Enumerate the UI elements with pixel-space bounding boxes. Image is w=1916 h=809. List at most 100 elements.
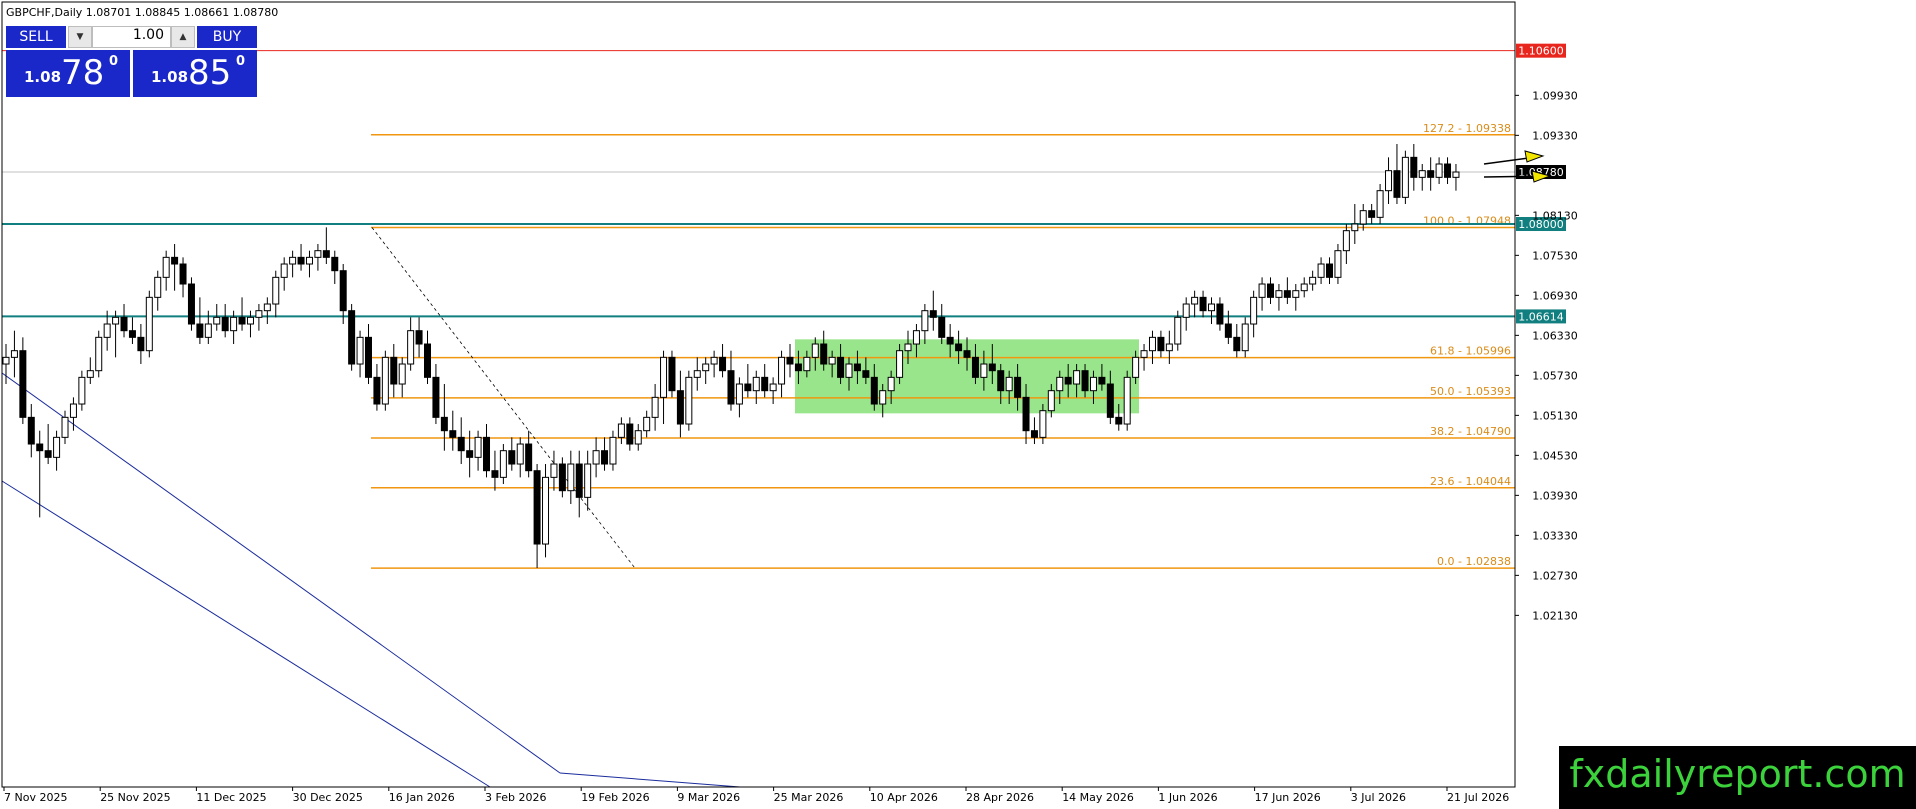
y-axis-label: 1.02130 [1532, 609, 1578, 622]
candle-body [415, 330, 423, 345]
candle-body [1115, 416, 1123, 425]
candle-body [702, 363, 710, 372]
fib-level-label: 127.2 - 1.09338 [1423, 122, 1511, 135]
x-axis-label: 30 Dec 2025 [293, 791, 363, 804]
y-axis-label: 1.08130 [1532, 209, 1578, 222]
candle-body [837, 356, 845, 378]
candle-body [1250, 296, 1258, 325]
candle-body [1427, 170, 1435, 178]
candle-body [508, 450, 516, 465]
candle-body [1444, 163, 1452, 178]
candle-body [811, 343, 819, 358]
fib-level-label: 38.2 - 1.04790 [1430, 425, 1511, 438]
y-axis-label: 1.04530 [1532, 449, 1578, 462]
candle-body [187, 283, 195, 325]
candle-body [1123, 376, 1131, 425]
candle-body [963, 350, 971, 358]
candle-body [1182, 303, 1190, 318]
candle-body [997, 370, 1005, 392]
bullish-arrow-up-shaft [1483, 157, 1530, 165]
y-axis-label: 1.09330 [1532, 129, 1578, 142]
candle-body [1005, 376, 1013, 392]
candle-body [525, 443, 533, 472]
candle-body [196, 323, 204, 338]
price-tag-label: 1.06614 [1518, 310, 1564, 323]
price-tag-label: 1.10600 [1518, 45, 1564, 58]
x-axis-label: 1 Jun 2026 [1158, 791, 1217, 804]
x-axis-label: 14 May 2026 [1062, 791, 1134, 804]
x-axis-label: 11 Dec 2025 [196, 791, 266, 804]
x-axis-label: 3 Jul 2026 [1351, 791, 1406, 804]
candle-body [634, 430, 642, 445]
candle-body [255, 310, 263, 318]
candle-body [1165, 343, 1173, 352]
candle-body [120, 316, 128, 332]
fib-level-label: 50.0 - 1.05393 [1430, 385, 1511, 398]
candle-body [1258, 283, 1266, 298]
candle-body [567, 463, 575, 492]
candle-body [61, 416, 69, 438]
candle-body [137, 336, 145, 352]
candle-body [1140, 350, 1148, 358]
candle-body [69, 403, 77, 418]
candle-body [921, 310, 929, 332]
candle-body [988, 363, 996, 372]
fib-level-label: 23.6 - 1.04044 [1430, 475, 1511, 488]
candle-body [440, 416, 448, 432]
lot-increase-icon[interactable]: ▲ [171, 26, 195, 48]
y-axis-label: 1.06330 [1532, 329, 1578, 342]
candle-body [1300, 283, 1308, 292]
candle-body [112, 316, 120, 325]
sell-button[interactable]: SELL [6, 26, 66, 48]
candle-body [1014, 376, 1022, 398]
x-axis-label: 16 Jan 2026 [389, 791, 455, 804]
buy-button[interactable]: BUY [197, 26, 257, 48]
candle-body [542, 476, 550, 545]
x-axis-label: 17 Jun 2026 [1255, 791, 1321, 804]
sell-price-button[interactable]: 1.08 78 0 [6, 50, 130, 97]
candle-body [955, 343, 963, 352]
candle-body [19, 350, 27, 418]
candle-body [1224, 323, 1232, 338]
y-axis-label: 1.09930 [1532, 89, 1578, 102]
candle-body [398, 363, 406, 385]
candle-body [1334, 250, 1342, 278]
candle-body [1216, 303, 1224, 325]
candle-body [432, 376, 440, 418]
x-axis-label: 21 Jul 2026 [1447, 791, 1509, 804]
lot-decrease-icon[interactable]: ▼ [68, 26, 92, 48]
candle-body [710, 356, 718, 365]
candle-body [769, 383, 777, 392]
candle-body [533, 470, 541, 545]
candle-body [145, 296, 153, 352]
candle-body [651, 396, 659, 418]
x-axis-label: 9 Mar 2026 [677, 791, 740, 804]
candle-body [558, 463, 566, 492]
y-axis-label: 1.06930 [1532, 289, 1578, 302]
candle-body [685, 376, 693, 425]
candle-body [128, 330, 136, 338]
candle-body [1275, 290, 1283, 298]
candle-body [373, 376, 381, 405]
buy-price-button[interactable]: 1.08 85 0 [133, 50, 257, 97]
candle-body [668, 356, 676, 392]
candle-body [803, 356, 811, 372]
candle-body [1401, 156, 1409, 198]
y-axis-label: 1.03330 [1532, 529, 1578, 542]
candle-body [322, 250, 330, 258]
candle-body [575, 463, 583, 498]
buy-price-pips: 85 [188, 53, 232, 93]
candle-body [761, 376, 769, 392]
lot-size-input[interactable]: 1.00 [92, 26, 171, 48]
candle-body [339, 270, 347, 312]
candle-body [466, 450, 474, 458]
candle-body [601, 450, 609, 465]
candle-body [1410, 156, 1418, 178]
price-chart[interactable]: 127.2 - 1.09338 100.0 - 1.07948 61.8 - 1.0… [0, 0, 1916, 809]
candle-body [626, 423, 634, 445]
candle-body [238, 316, 246, 325]
candle-body [609, 436, 617, 465]
candle-body [154, 276, 162, 298]
sell-price-pips: 78 [61, 53, 105, 93]
fib-level-label: 100.0 - 1.07948 [1423, 214, 1511, 227]
